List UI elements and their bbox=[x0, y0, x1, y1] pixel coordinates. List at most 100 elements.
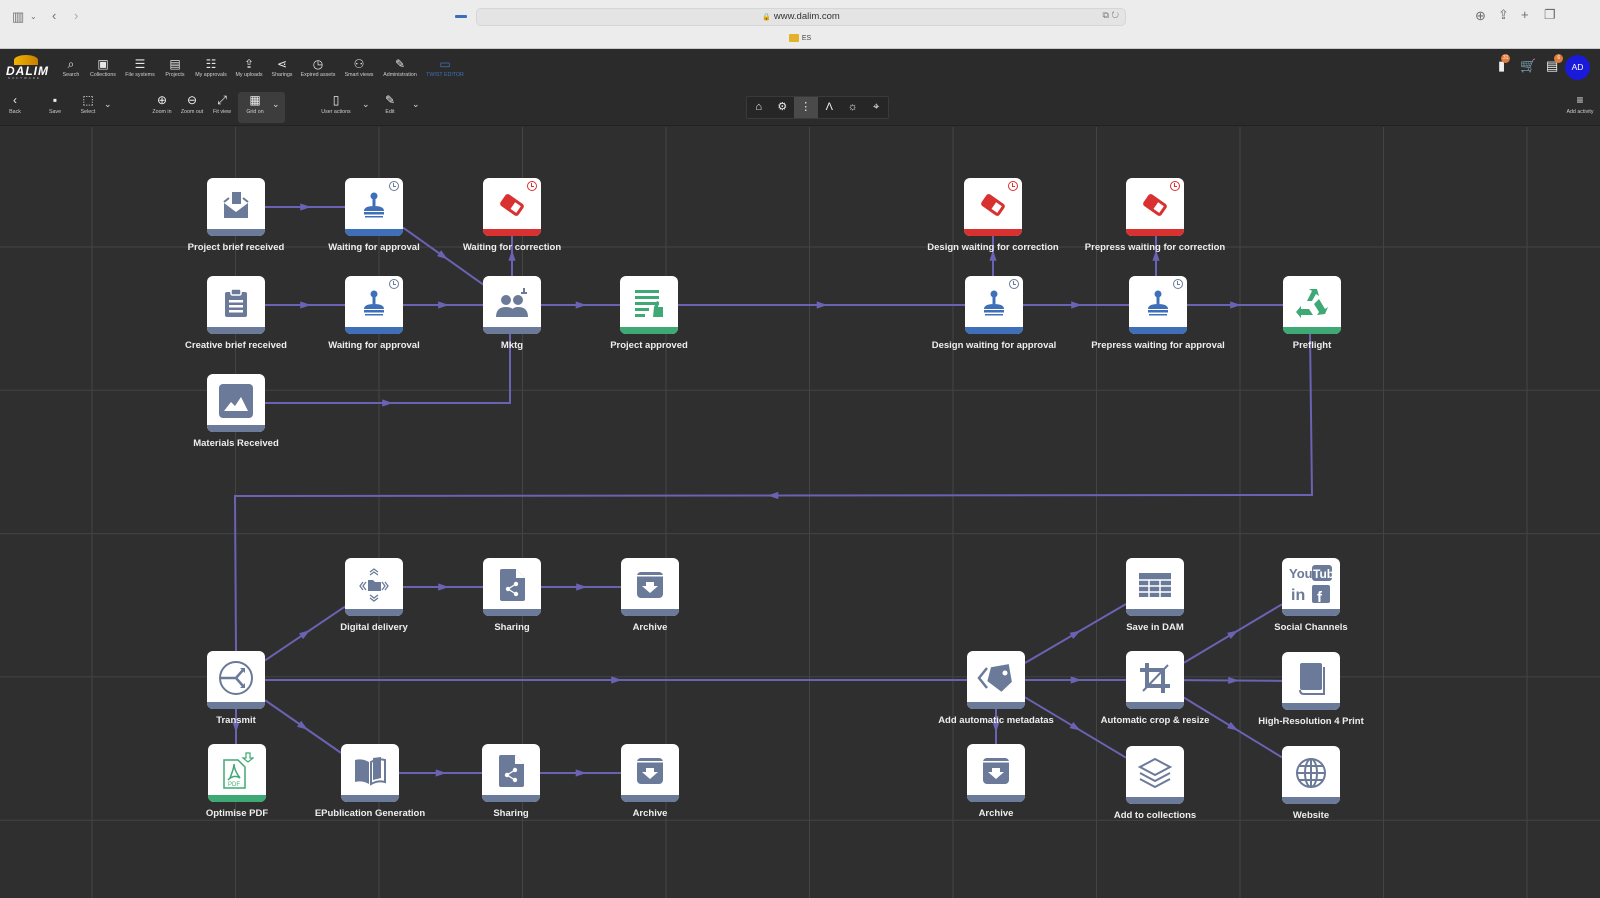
nav-my-approvals[interactable]: ☷ My approvals bbox=[192, 57, 230, 78]
grid-dropdown-icon[interactable]: ⌄ bbox=[272, 99, 280, 110]
workflow-mode-button[interactable]: ⋮ bbox=[794, 97, 818, 118]
workflow-node[interactable] bbox=[964, 178, 1022, 236]
share-icon[interactable]: ⇪ bbox=[1498, 7, 1509, 23]
fit-view-button[interactable]: ⤢ Fit view bbox=[210, 93, 234, 115]
status-stripe bbox=[483, 229, 541, 236]
select-dropdown-icon[interactable]: ⌄ bbox=[104, 99, 112, 110]
tabs-icon[interactable]: ❐ bbox=[1544, 7, 1556, 23]
workflow-node[interactable] bbox=[341, 744, 399, 802]
tab-bar[interactable]: ES bbox=[0, 34, 1600, 48]
status-stripe bbox=[345, 327, 403, 334]
workflow-node[interactable] bbox=[967, 651, 1025, 709]
nav-collections[interactable]: ▣ Collections bbox=[88, 57, 118, 78]
forward-icon[interactable]: › bbox=[74, 8, 78, 24]
nav-smart-views[interactable]: ⚇ Smart views bbox=[342, 57, 376, 78]
fire-mode-button[interactable]: ☼ bbox=[841, 97, 865, 118]
chart-search-mode-button[interactable]: ⌖ bbox=[865, 97, 889, 118]
workflow-node[interactable]: YouTubeinf bbox=[1282, 558, 1340, 616]
view-mode-group: ⌂ ⚙ ⋮ Λ ☼ ⌖ bbox=[746, 96, 889, 119]
workflow-node[interactable] bbox=[207, 178, 265, 236]
user-avatar[interactable]: AD bbox=[1565, 55, 1590, 80]
new-tab-icon[interactable]: + bbox=[1521, 7, 1529, 23]
edge-arrowhead bbox=[1071, 301, 1082, 309]
workflow-node[interactable] bbox=[1126, 178, 1184, 236]
workflow-node[interactable] bbox=[621, 744, 679, 802]
edit-button[interactable]: ✎ Edit bbox=[382, 93, 398, 115]
workflow-node[interactable] bbox=[620, 276, 678, 334]
robot-mode-button[interactable]: ⚙ bbox=[771, 97, 795, 118]
compass-mode-button[interactable]: Λ bbox=[818, 97, 842, 118]
workflow-node[interactable] bbox=[483, 178, 541, 236]
workflow-node[interactable] bbox=[345, 276, 403, 334]
tab-label: ES bbox=[801, 34, 812, 42]
crop-icon bbox=[1126, 657, 1184, 699]
workflow-node[interactable] bbox=[483, 558, 541, 616]
zoom-out-button[interactable]: ⊖ Zoom out bbox=[178, 93, 206, 115]
doc-thumbsup-icon bbox=[620, 282, 678, 324]
workflow-node[interactable] bbox=[621, 558, 679, 616]
clock-icon: ◷ bbox=[312, 57, 324, 71]
workflow-canvas[interactable]: Project brief received Waiting for approv… bbox=[0, 127, 1600, 898]
workflow-node-label: Design waiting for correction bbox=[927, 242, 1059, 253]
back-icon[interactable]: ‹ bbox=[52, 8, 56, 24]
url-bar[interactable]: 🔒 www.dalim.com ⧉ ↻ bbox=[476, 8, 1126, 26]
user-actions-button[interactable]: ▯ User actions bbox=[316, 93, 356, 115]
grid-on-button[interactable]: ▦ Grid on bbox=[243, 93, 267, 115]
save-icon: ▪ bbox=[52, 93, 58, 107]
app-header: DALIM SOFTWARE ⌕ Search ▣ Collections ☰ Fil… bbox=[0, 49, 1600, 88]
workflow-node[interactable] bbox=[345, 178, 403, 236]
nav-file-systems[interactable]: ☰ File systems bbox=[122, 57, 158, 78]
nav-search[interactable]: ⌕ Search bbox=[60, 57, 82, 78]
zoom-in-button[interactable]: ⊕ Zoom in bbox=[150, 93, 174, 115]
notifications-button[interactable]: ▮ 31 bbox=[1498, 54, 1511, 74]
status-stripe bbox=[345, 609, 403, 616]
workflow-node[interactable] bbox=[965, 276, 1023, 334]
select-button[interactable]: ⬚ Select bbox=[78, 93, 98, 115]
cart-button[interactable]: 🛒 bbox=[1520, 58, 1536, 74]
save-button[interactable]: ▪ Save bbox=[45, 93, 65, 115]
workflow-node[interactable] bbox=[1129, 276, 1187, 334]
nav-twist-editor[interactable]: ▭ TWIST EDITOR bbox=[423, 57, 467, 78]
browser-chrome: ▥ ⌄ ‹ › 🔒 www.dalim.com ⧉ ↻ ⊕ ⇪ + ❐ ES bbox=[0, 0, 1600, 49]
workflow-node[interactable] bbox=[1126, 558, 1184, 616]
workflow-node[interactable] bbox=[482, 744, 540, 802]
edit-dropdown-icon[interactable]: ⌄ bbox=[412, 99, 420, 110]
reload-icon[interactable]: ⧉ ↻ bbox=[1102, 10, 1119, 21]
workflow-node[interactable] bbox=[207, 374, 265, 432]
workflow-node[interactable] bbox=[1282, 652, 1340, 710]
folder-arrows-icon bbox=[345, 564, 403, 606]
edge-arrowhead bbox=[816, 301, 828, 309]
workflow-node[interactable] bbox=[1282, 746, 1340, 804]
nav-projects[interactable]: ▤ Projects bbox=[162, 57, 188, 78]
workflow-node[interactable] bbox=[483, 276, 541, 334]
dalim-logo[interactable]: DALIM SOFTWARE bbox=[6, 55, 50, 80]
workflow-node[interactable] bbox=[207, 651, 265, 709]
status-stripe bbox=[1129, 327, 1187, 334]
download-icon[interactable]: ⊕ bbox=[1475, 8, 1486, 24]
workflow-node[interactable] bbox=[967, 744, 1025, 802]
image-icon bbox=[207, 380, 265, 422]
workflow-node-label: High-Resolution 4 Print bbox=[1258, 716, 1364, 727]
nav-administration[interactable]: ✎ Administration bbox=[380, 57, 420, 78]
back-button[interactable]: ‹ Back bbox=[6, 93, 24, 115]
nav-sharings[interactable]: ⋖ Sharings bbox=[269, 57, 295, 78]
status-stripe bbox=[1126, 229, 1184, 236]
workflow-node[interactable] bbox=[1126, 651, 1184, 709]
nav-my-uploads[interactable]: ⇪ My uploads bbox=[232, 57, 266, 78]
notifications-badge: 31 bbox=[1501, 54, 1511, 63]
home-mode-button[interactable]: ⌂ bbox=[747, 97, 771, 118]
chevron-down-icon[interactable]: ⌄ bbox=[30, 9, 37, 25]
timer-icon bbox=[389, 181, 399, 191]
workflow-node[interactable] bbox=[207, 276, 265, 334]
workflow-node-label: Prepress waiting for correction bbox=[1084, 242, 1226, 253]
user-actions-dropdown-icon[interactable]: ⌄ bbox=[362, 99, 370, 110]
workflow-node[interactable] bbox=[345, 558, 403, 616]
workflow-node[interactable] bbox=[1283, 276, 1341, 334]
add-activity-button[interactable]: ≡ Add activity bbox=[1562, 93, 1598, 115]
workflow-node[interactable] bbox=[1126, 746, 1184, 804]
collections-icon: ▣ bbox=[97, 57, 109, 71]
workflow-node[interactable]: PDF bbox=[208, 744, 266, 802]
sidebar-icon[interactable]: ▥ bbox=[12, 9, 24, 25]
nav-expired-assets[interactable]: ◷ Expired assets bbox=[298, 57, 338, 78]
tasks-button[interactable]: ▤ 6 bbox=[1546, 54, 1564, 74]
